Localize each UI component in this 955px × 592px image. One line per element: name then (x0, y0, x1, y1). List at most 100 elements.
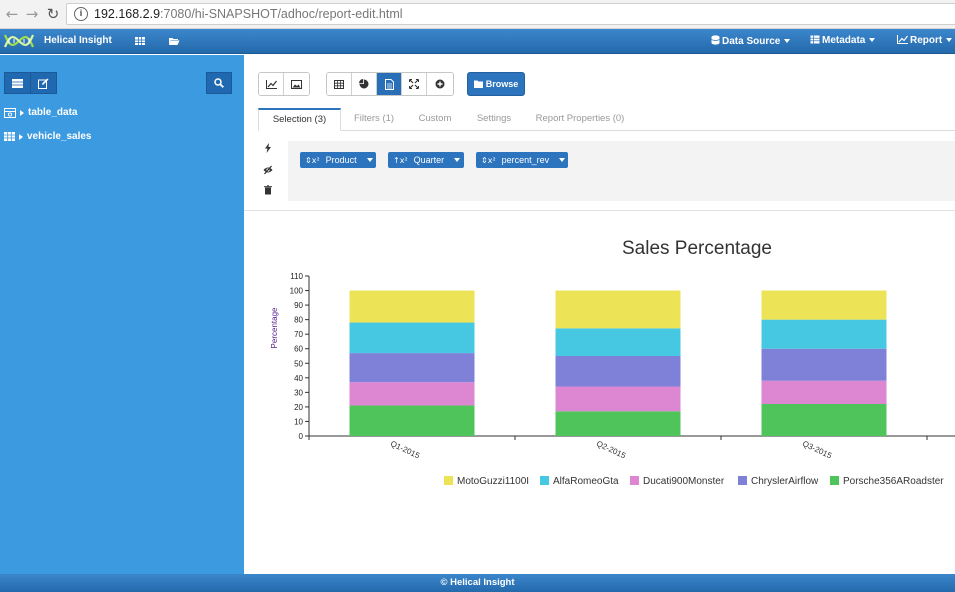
tab-filters[interactable]: Filters (1) (346, 108, 402, 131)
y-axis-label: Percentage (270, 307, 279, 348)
pie-chart-button[interactable] (352, 73, 377, 95)
y-tick-label: 110 (290, 272, 303, 281)
add-button[interactable] (427, 73, 452, 95)
image-button[interactable] (284, 73, 309, 95)
menu-report[interactable]: Report (897, 35, 953, 46)
bar-segment (761, 380, 887, 404)
brand-name[interactable]: Helical Insight (44, 35, 112, 46)
line-chart-button[interactable] (259, 73, 284, 95)
bar-segment (349, 405, 475, 436)
tab-custom[interactable]: Custom (410, 108, 460, 131)
chevron-down-icon (454, 158, 461, 162)
document-icon (384, 78, 394, 90)
x-tick-label: Q2-2015 (595, 439, 628, 461)
chart-title: Sales Percentage (622, 238, 772, 259)
bar-segment (349, 382, 475, 406)
search-button[interactable] (206, 72, 232, 94)
table-view-button[interactable] (327, 73, 352, 95)
search-icon (214, 78, 224, 88)
forward-arrow-icon[interactable]: → (22, 4, 42, 24)
selection-side-tools (258, 143, 278, 203)
table-data-icon (4, 107, 16, 118)
edit-button[interactable] (30, 72, 57, 94)
y-tick-label: 60 (294, 345, 303, 354)
grid-icon (4, 132, 15, 141)
tree-item-table-data[interactable]: table_data (4, 107, 77, 118)
y-tick-label: 90 (294, 301, 303, 310)
report-view-button[interactable] (377, 73, 402, 95)
back-arrow-icon[interactable]: ← (2, 4, 22, 24)
bar-segment (349, 290, 475, 323)
sidebar: table_data vehicle_sales (0, 55, 244, 574)
address-bar[interactable]: i 192.168.2.9:7080/hi-SNAPSHOT/adhoc/rep… (66, 3, 955, 25)
plus-circle-icon (435, 79, 444, 89)
legend-label: Ducati900Monster (643, 476, 725, 487)
eye-slash-icon[interactable] (263, 165, 273, 175)
selection-drop-area[interactable]: ⇕x² Product ↑x² Quarter ⇕x² percent_rev (288, 141, 955, 201)
bar-segment (761, 404, 887, 436)
legend-label: AlfaRomeoGta (553, 476, 619, 487)
expand-arrow-icon[interactable] (20, 109, 24, 116)
menu-metadata[interactable]: Metadata (810, 35, 876, 46)
x-tick-label: Q3-2015 (801, 439, 834, 461)
expand-arrow-icon[interactable] (19, 133, 23, 140)
bar-segment (555, 328, 681, 356)
field-pill-quarter[interactable]: ↑x² Quarter (388, 152, 464, 168)
bar-segment (349, 322, 475, 354)
legend-label: Porsche356ARoadster (843, 476, 944, 487)
trash-icon[interactable] (263, 185, 273, 195)
chart-type-toolbar (258, 72, 310, 96)
helical-logo-icon (4, 34, 34, 48)
chevron-down-icon (366, 158, 373, 162)
tab-report-properties[interactable]: Report Properties (0) (530, 108, 630, 131)
y-tick-label: 80 (294, 316, 303, 325)
main-panel: Browse Selection (3) Filters (1) Custom … (244, 55, 955, 574)
sales-percentage-chart: Sales Percentage Percentage 0 10 20 30 40 50 6… (270, 238, 955, 487)
tab-settings[interactable]: Settings (466, 108, 522, 131)
tree-item-vehicle-sales[interactable]: vehicle_sales (4, 131, 92, 142)
expand-icon (409, 79, 419, 89)
legend-label: ChryslerAirflow (751, 476, 819, 487)
x-tick-label: Q1-2015 (389, 439, 422, 461)
menu-data-source[interactable]: Data Source (711, 35, 791, 47)
y-tick-label: 30 (294, 388, 303, 397)
list-view-button[interactable] (4, 72, 31, 94)
tab-selection[interactable]: Selection (3) (258, 108, 341, 131)
y-tick-label: 40 (294, 374, 303, 383)
picture-icon (291, 79, 302, 89)
y-tick-label: 10 (294, 417, 303, 426)
browse-button[interactable]: Browse (467, 72, 525, 96)
line-chart-icon (265, 79, 277, 89)
sort-asc-icon: ↑x² (393, 155, 408, 165)
y-tick-label: 70 (294, 330, 303, 339)
line-chart-icon (897, 35, 908, 44)
fullscreen-button[interactable] (402, 73, 427, 95)
y-tick-label: 100 (290, 287, 304, 296)
browser-toolbar: ← → ↻ i 192.168.2.9:7080/hi-SNAPSHOT/adh… (0, 0, 955, 29)
url-text: 192.168.2.9:7080/hi-SNAPSHOT/adhoc/repor… (94, 7, 403, 21)
view-toolbar (326, 72, 454, 96)
table-icon (810, 35, 820, 44)
chart-legend: MotoGuzzi1100I AlfaRomeoGta Ducati900Monst… (444, 476, 944, 487)
grid-icon[interactable] (134, 35, 146, 47)
edit-icon (38, 78, 49, 89)
field-pill-product[interactable]: ⇕x² Product (300, 152, 376, 168)
bar-segment (555, 411, 681, 436)
field-pill-percent-rev[interactable]: ⇕x² percent_rev (476, 152, 568, 168)
legend-swatch (540, 476, 549, 485)
bar-segment (555, 290, 681, 329)
table-icon (334, 79, 344, 89)
bar-segment (761, 348, 887, 381)
reload-icon[interactable]: ↻ (43, 4, 63, 24)
sort-icon: ⇕x² (481, 155, 496, 165)
y-tick-label: 50 (294, 359, 303, 368)
app-navbar: Helical Insight Data Source Metadata Rep (0, 29, 955, 54)
folder-open-icon[interactable] (168, 35, 180, 47)
lightning-icon[interactable] (263, 143, 273, 153)
chart-plot-area: 0 10 20 30 40 50 60 70 80 90 100 110 Q1-2015 Q2-2015 Q… (290, 272, 955, 461)
footer: © Helical Insight (0, 574, 955, 592)
bar-segment (555, 356, 681, 387)
info-icon[interactable]: i (74, 7, 88, 21)
legend-label: MotoGuzzi1100I (457, 476, 529, 487)
divider (244, 210, 955, 211)
